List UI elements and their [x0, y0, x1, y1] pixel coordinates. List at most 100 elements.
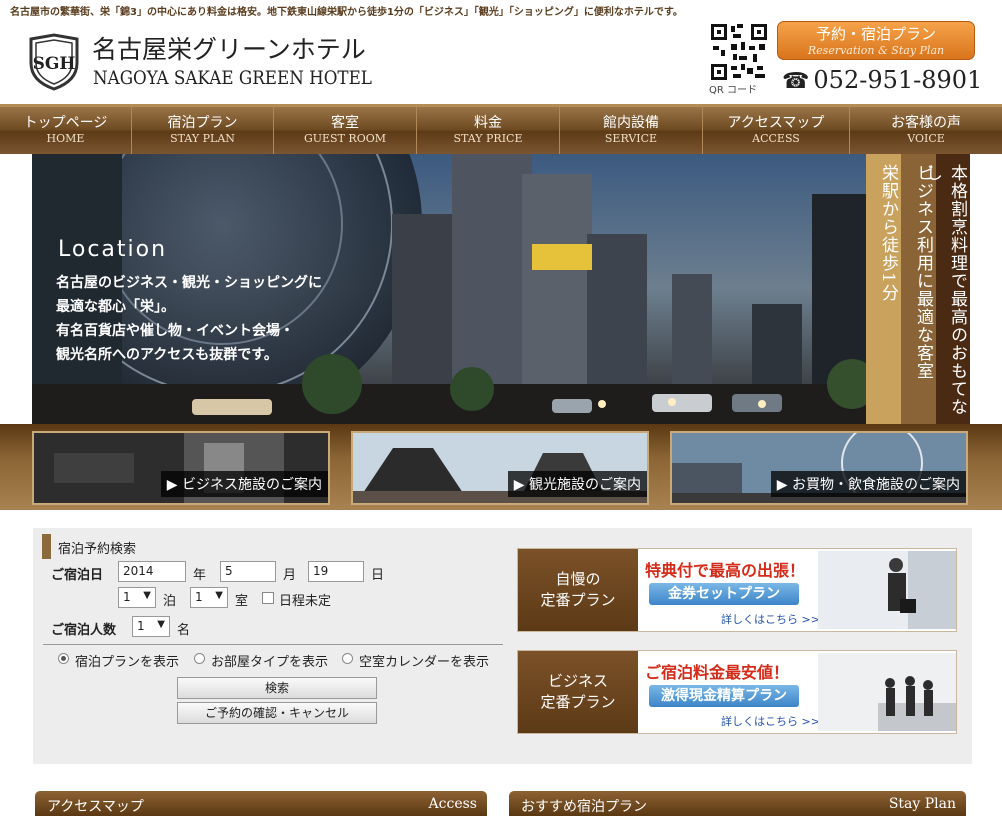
telephone-icon: ☎ — [782, 69, 810, 94]
day-unit: 日 — [371, 568, 385, 583]
show-calendar-radio[interactable] — [342, 653, 353, 664]
plan-category-line: 自慢の — [555, 570, 601, 588]
day-input[interactable]: 19 — [308, 561, 364, 582]
nav-guest-room[interactable]: 客室 GUEST ROOM — [274, 107, 417, 154]
category-label: ▶ お買物・飲食施設のご案内 — [770, 471, 966, 497]
nights-select[interactable]: 1 ▼ — [118, 587, 156, 608]
category-label: ▶ 観光施設のご案内 — [507, 471, 647, 497]
nav-home[interactable]: トップページ HOME — [0, 107, 132, 154]
show-room-types-label: お部屋タイプを表示 — [211, 655, 329, 670]
undecided-checkbox[interactable] — [262, 592, 274, 604]
nav-stay-plan[interactable]: 宿泊プラン STAY PLAN — [132, 107, 274, 154]
businessman-photo — [818, 551, 956, 629]
reservation-button-label: 予約・宿泊プラン — [815, 25, 936, 43]
divider — [43, 644, 503, 645]
hero-banner: Location 名古屋のビジネス・観光・ショッピングに 最適な都心「栄」。 有… — [32, 154, 970, 424]
nav-label-en: ACCESS — [752, 132, 800, 145]
show-room-types-radio[interactable] — [194, 653, 205, 664]
category-links-strip: ▶ ビジネス施設のご案内 ▶ 観光施設のご案内 ▶ お買物・飲食施設のご案内 — [0, 424, 1002, 510]
main-navigation: トップページ HOME 宿泊プラン STAY PLAN 客室 GUEST ROOM 料… — [0, 104, 1002, 154]
section-title-jp: おすすめ宿泊プラン — [521, 799, 647, 815]
guests-value: 1 — [137, 619, 145, 633]
plan-category-line: 定番プラン — [540, 591, 616, 609]
plan-headline: 特典付で最高の出張！ — [645, 561, 806, 580]
nav-label-jp: トップページ — [23, 115, 108, 131]
confirm-cancel-button[interactable]: ご予約の確認・キャンセル — [177, 702, 377, 724]
nights-value: 1 — [123, 590, 131, 604]
reservation-button[interactable]: 予約・宿泊プラン Reservation & Stay Plan — [777, 21, 975, 60]
nav-label-jp: アクセスマップ — [727, 115, 825, 131]
guests-label: ご宿泊人数 — [51, 623, 117, 638]
hero-text-line: 有名百貨店や催し物・イベント会場・ — [56, 323, 294, 339]
section-title-jp: アクセスマップ — [47, 799, 144, 815]
nav-label-jp: お客様の声 — [891, 115, 961, 131]
nav-label-jp: 宿泊プラン — [167, 115, 238, 131]
plan-headline: ご宿泊料金最安値！ — [645, 663, 790, 682]
show-plans-label: 宿泊プランを表示 — [75, 655, 180, 670]
plan-details-link[interactable]: 詳しくはこちら >>> — [721, 713, 829, 729]
search-button[interactable]: 検索 — [177, 677, 377, 699]
banner-station-walk: 栄駅から徒歩1分 — [866, 154, 901, 424]
nav-label-en: HOME — [46, 132, 85, 145]
site-header: SGH 名古屋栄グリーンホテル NAGOYA SAKAE GREEN HOTEL… — [0, 16, 1002, 104]
rooms-value: 1 — [195, 590, 203, 604]
nav-label-jp: 館内設備 — [603, 115, 659, 131]
plan-card-voucher[interactable]: 自慢の定番プラン 特典付で最高の出張！ 金券セットプラン 詳しくはこちら >>> — [517, 548, 957, 632]
reservation-button-sublabel: Reservation & Stay Plan — [807, 44, 945, 57]
nav-label-jp: 料金 — [474, 115, 502, 131]
chevron-down-icon: ▼ — [143, 590, 151, 601]
hotel-name-en: NAGOYA SAKAE GREEN HOTEL — [93, 67, 372, 89]
section-title-en: Access — [428, 796, 477, 812]
rooms-select[interactable]: 1 ▼ — [190, 587, 228, 608]
phone-number: ☎ 052-951-8901 — [782, 66, 982, 94]
nights-unit: 泊 — [163, 594, 177, 609]
guests-unit: 名 — [177, 623, 191, 638]
nav-voice[interactable]: お客様の声 VOICE — [850, 107, 1002, 154]
nav-stay-price[interactable]: 料金 STAY PRICE — [417, 107, 560, 154]
guests-select[interactable]: 1 ▼ — [132, 616, 170, 637]
plan-details-link[interactable]: 詳しくはこちら >>> — [721, 611, 829, 627]
business-facilities-link[interactable]: ▶ ビジネス施設のご案内 — [32, 431, 330, 505]
undecided-label: 日程未定 — [279, 594, 332, 609]
nav-label-jp: 客室 — [331, 115, 359, 131]
chevron-down-icon: ▼ — [157, 619, 165, 630]
business-team-photo — [818, 653, 956, 731]
rooms-unit: 室 — [235, 594, 249, 609]
plan-category: ビジネス 定番プラン — [518, 651, 638, 733]
hero-text-line: 最適な都心「栄」。 — [56, 299, 175, 315]
hero-text-line: 観光名所へのアクセスも抜群です。 — [56, 347, 278, 363]
show-plans-radio[interactable] — [58, 653, 69, 664]
hero-title: Location — [58, 237, 168, 262]
year-input[interactable]: 2014 — [118, 561, 186, 582]
stay-date-label: ご宿泊日 — [51, 568, 104, 583]
month-unit: 月 — [283, 568, 297, 583]
stay-plan-section-header: おすすめ宿泊プラン Stay Plan — [509, 791, 966, 816]
plan-name: 激得現金精算プラン — [649, 685, 799, 707]
plan-category-line: 定番プラン — [540, 693, 616, 711]
hotel-logo[interactable]: SGH — [27, 33, 81, 91]
phone-number-text: 052-951-8901 — [813, 66, 983, 94]
sightseeing-facilities-link[interactable]: ▶ 観光施設のご案内 — [351, 431, 649, 505]
hero-text-line: 名古屋のビジネス・観光・ショッピングに — [56, 275, 322, 291]
nav-label-en: STAY PRICE — [453, 132, 523, 145]
plan-category: 自慢の 定番プラン — [518, 549, 638, 631]
logo-text: SGH — [33, 54, 76, 74]
title-accent-bar — [42, 534, 51, 559]
plan-card-cash[interactable]: ビジネス 定番プラン ご宿泊料金最安値！ 激得現金精算プラン 詳しくはこちら >>… — [517, 650, 957, 734]
qr-code-label: QR コード — [709, 85, 757, 96]
year-unit: 年 — [193, 568, 207, 583]
nav-label-en: SERVICE — [604, 132, 658, 145]
nav-label-en: STAY PLAN — [170, 132, 235, 145]
nav-service[interactable]: 館内設備 SERVICE — [560, 107, 703, 154]
shopping-dining-link[interactable]: ▶ お買物・飲食施設のご案内 — [670, 431, 968, 505]
nav-access[interactable]: アクセスマップ ACCESS — [703, 107, 850, 154]
plan-name: 金券セットプラン — [649, 583, 799, 605]
month-input[interactable]: 5 — [220, 561, 276, 582]
show-calendar-label: 空室カレンダーを表示 — [359, 655, 490, 670]
chevron-down-icon: ▼ — [215, 590, 223, 601]
qr-code-icon — [711, 24, 767, 80]
banner-business-rooms: ビジネス利用に最適な客室 — [901, 154, 936, 424]
nav-label-en: GUEST ROOM — [303, 132, 387, 145]
section-title-en: Stay Plan — [888, 796, 956, 812]
search-title: 宿泊予約検索 — [58, 542, 137, 557]
